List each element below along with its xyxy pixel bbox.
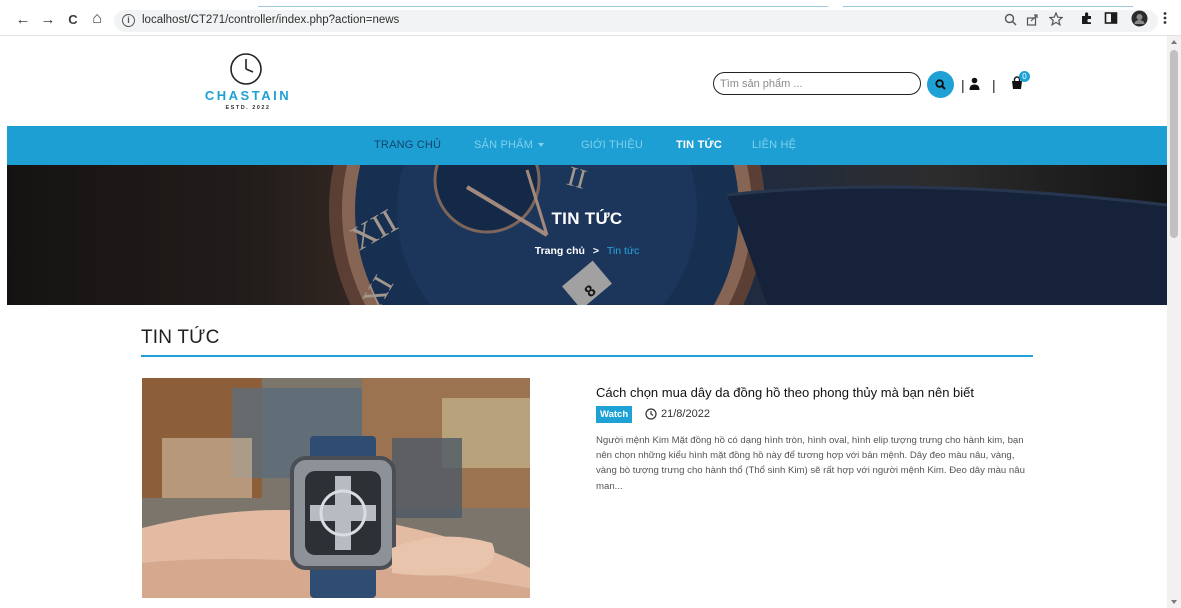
scrollbar-thumb[interactable]: [1170, 50, 1178, 238]
extensions-puzzle-icon[interactable]: [1080, 11, 1094, 25]
section-title: TIN TỨC: [141, 327, 220, 348]
search-icon: [935, 79, 946, 90]
header-separator: |: [961, 77, 965, 93]
nav-item-products-label: SẢN PHẨM: [474, 139, 534, 151]
bookmark-star-icon[interactable]: [1049, 12, 1063, 26]
post-category-badge[interactable]: Watch: [596, 406, 633, 423]
post-thumbnail[interactable]: [142, 378, 530, 598]
search-button[interactable]: [927, 71, 954, 98]
breadcrumb-separator: >: [592, 245, 599, 257]
breadcrumb: Trang chủ > Tin tức: [7, 245, 1167, 257]
chevron-down-icon: [538, 143, 545, 148]
cart-count-badge: 0: [1019, 71, 1030, 82]
section-divider: [141, 355, 1033, 357]
nav-item-contact[interactable]: LIÊN HỆ: [752, 139, 796, 151]
watch-banner-image: XII XI II 8: [7, 165, 1167, 305]
back-button[interactable]: ←: [14, 10, 32, 28]
browser-menu-icon[interactable]: [1158, 11, 1172, 25]
post-title-link[interactable]: Cách chọn mua dây da đồng hồ theo phong …: [596, 385, 974, 400]
breadcrumb-home-link[interactable]: Trang chủ: [535, 245, 585, 257]
breadcrumb-current: Tin tức: [606, 245, 640, 257]
reload-button[interactable]: C: [64, 10, 82, 28]
site-logo[interactable]: CHASTAIN ESTD. 2022: [198, 50, 298, 120]
forward-button[interactable]: →: [39, 10, 57, 28]
nav-item-home[interactable]: TRANG CHỦ: [374, 139, 441, 151]
tab-strip: [0, 0, 1181, 7]
hero-title: TIN TỨC: [551, 209, 623, 228]
wrist-watch-photo: [142, 378, 530, 598]
zoom-icon[interactable]: [1004, 13, 1017, 26]
product-search-input[interactable]: [713, 72, 921, 95]
clock-icon: [645, 408, 657, 420]
nav-item-news[interactable]: TIN TỨC: [676, 139, 722, 151]
scroll-up-arrow[interactable]: [1171, 40, 1177, 44]
user-account-icon[interactable]: [969, 77, 980, 91]
address-bar[interactable]: i localhost/CT271/controller/index.php?a…: [114, 10, 1158, 32]
nav-item-about[interactable]: GIỚI THIỆU: [581, 139, 643, 151]
page-scrollbar[interactable]: [1167, 36, 1181, 608]
home-button[interactable]: ⌂: [88, 10, 106, 28]
main-navigation: TRANG CHỦ SẢN PHẨM GIỚI THIỆU TIN TỨC LI…: [7, 126, 1167, 165]
hero-banner: XII XI II 8 TIN TỨC Trang chủ > Tin tức: [7, 165, 1167, 305]
post-date: 21/8/2022: [661, 408, 710, 420]
profile-avatar-icon[interactable]: [1131, 10, 1148, 27]
header-separator: |: [992, 77, 996, 93]
address-url[interactable]: localhost/CT271/controller/index.php?act…: [142, 14, 399, 26]
share-icon[interactable]: [1026, 13, 1039, 26]
nav-item-products[interactable]: SẢN PHẨM: [474, 139, 545, 151]
browser-toolbar: ← → C ⌂ i localhost/CT271/controller/ind…: [0, 0, 1181, 36]
site-info-icon[interactable]: i: [122, 14, 135, 27]
brand-established: ESTD. 2022: [225, 105, 271, 111]
side-panel-icon[interactable]: [1104, 11, 1118, 25]
post-excerpt: Người mệnh Kim Mặt đồng hồ có dạng hình …: [596, 435, 1025, 492]
clock-logo-icon: [230, 53, 262, 85]
scroll-down-arrow[interactable]: [1171, 600, 1177, 604]
brand-name: CHASTAIN: [204, 88, 292, 103]
